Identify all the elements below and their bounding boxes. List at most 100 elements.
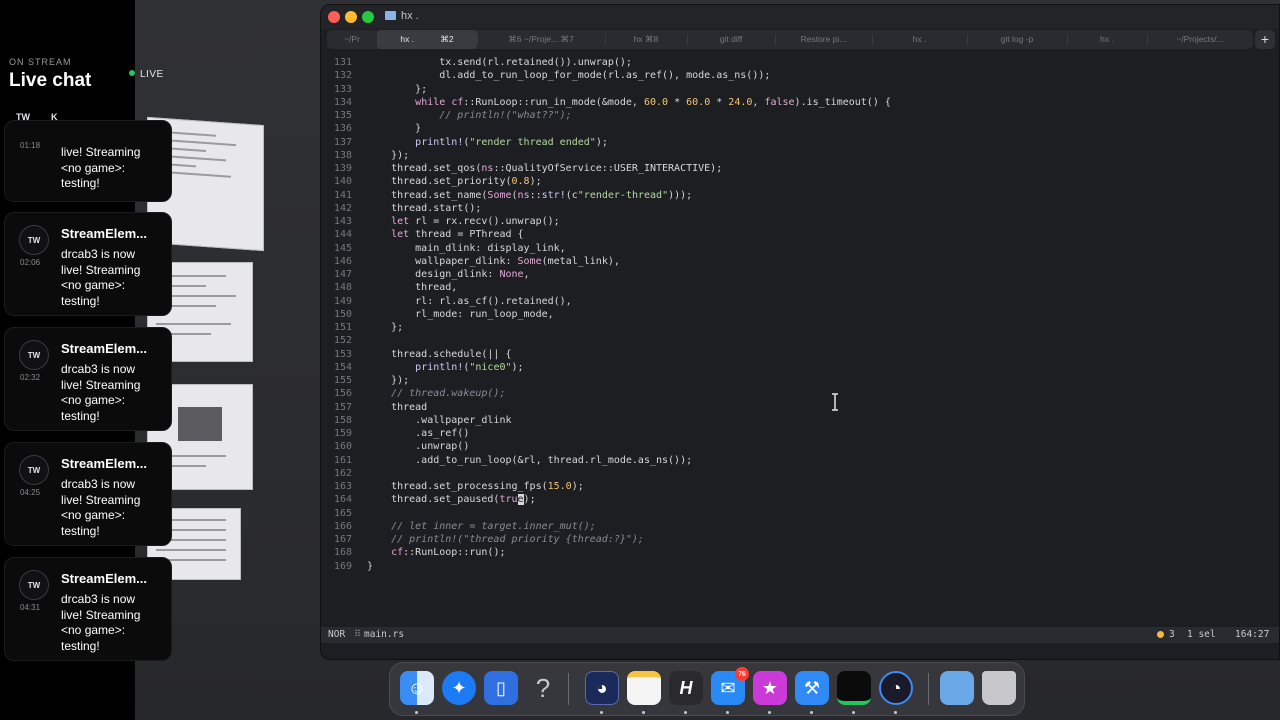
message-text: drcab3 is now live! Streaming <no game>:…	[61, 247, 141, 308]
editor-window: hx . ~/Pr hx . ⌘2 ⌘6 ~/Proje... ⌘7 hx ⌘8 git…	[320, 4, 1280, 660]
line-number: 158	[333, 414, 352, 426]
message-time: 02:06	[20, 258, 41, 267]
editor-tab[interactable]: Restore pi...	[775, 30, 872, 49]
xcode-preview-icon[interactable]: ▯	[484, 671, 518, 705]
new-tab-button[interactable]: +	[1255, 30, 1275, 49]
tab-separator	[1147, 34, 1148, 45]
close-button[interactable]	[328, 11, 340, 23]
code-line: }	[367, 560, 374, 572]
code-line: .wallpaper_dlink	[367, 414, 512, 426]
tab-label: ~/Pr	[344, 34, 360, 44]
editor-tab[interactable]: git diff	[687, 30, 775, 49]
trash-icon[interactable]	[982, 671, 1016, 705]
line-number: 166	[333, 520, 352, 532]
mail-icon[interactable]: ✉ 76	[711, 667, 749, 705]
message-time: 04:25	[20, 488, 41, 497]
code-line: // thread.wakeup();	[367, 388, 506, 400]
code-line: let rl = rx.recv().unwrap();	[391, 216, 560, 227]
downloads-folder-icon[interactable]	[940, 671, 974, 705]
photo-preview	[178, 407, 222, 441]
line-number: 157	[333, 401, 352, 413]
line-number: 162	[333, 467, 352, 479]
editor-tab[interactable]: git log -p	[967, 30, 1067, 49]
code-line: let thread = PThread {	[391, 229, 524, 241]
message-author: StreamElem...	[61, 341, 147, 356]
message-author: StreamElem...	[61, 226, 147, 241]
code-line: design_dlink: None,	[367, 269, 530, 280]
message-time: 02:32	[20, 373, 41, 382]
tab-separator	[687, 34, 688, 45]
line-number: 168	[333, 547, 352, 559]
tab-separator	[967, 34, 968, 45]
line-number: 148	[333, 282, 352, 294]
chat-message-card: TW 02:06 StreamElem... drcab3 is now live! …	[4, 212, 172, 316]
diagnostic-count[interactable]: 3	[1169, 629, 1175, 640]
line-number: 145	[333, 242, 352, 254]
minimize-button[interactable]	[345, 11, 357, 23]
dock: ☺ ✦ ▯ ? ◕ H ✉ 76 ★ ⚒ ◔	[389, 662, 1025, 716]
editor-tab[interactable]: hx .	[1067, 30, 1147, 49]
live-dot-icon	[129, 70, 135, 76]
message-time: 01:18	[20, 141, 41, 150]
code-line: main_dlink: display_link,	[367, 242, 566, 254]
instruments-beta-icon[interactable]: ◔	[879, 671, 913, 705]
tab-label: hx .	[400, 34, 415, 44]
activity-monitor-icon[interactable]	[837, 671, 871, 705]
editor-tab[interactable]: ~/Pr	[327, 30, 377, 49]
code-line: // let inner = target.inner_mut();	[367, 520, 596, 532]
status-bar: NOR ⠿ main.rs 3 1 sel 164:27	[321, 627, 1279, 643]
tab-bar: ~/Pr hx . ⌘2 ⌘6 ~/Proje... ⌘7 hx ⌘8 git diff…	[327, 30, 1253, 49]
file-name: main.rs	[364, 629, 405, 640]
help-icon[interactable]: ?	[526, 671, 560, 705]
finder-icon[interactable]: ☺	[400, 671, 434, 705]
text-cursor-icon	[832, 393, 838, 411]
line-number: 143	[333, 216, 352, 227]
editor-tab[interactable]: hx ⌘8	[605, 30, 687, 49]
code-line: rl_mode: run_loop_mode,	[367, 308, 554, 320]
code-line: };	[367, 83, 428, 95]
editor-tab[interactable]: hx . ⌘2	[377, 30, 477, 49]
line-number: 144	[333, 229, 352, 241]
line-number: 140	[333, 176, 352, 188]
line-number: 151	[333, 322, 352, 333]
line-number: 132	[333, 70, 352, 82]
message-author: StreamElem...	[61, 456, 147, 471]
window-title: hx .	[401, 10, 419, 22]
code-line: });	[367, 149, 410, 161]
line-number: 133	[333, 83, 352, 95]
line-number: 131	[333, 57, 352, 68]
code-view[interactable]: ~ 131 tx.send(rl.retained()).unwrap();13…	[321, 55, 1279, 637]
live-label: LIVE	[140, 69, 164, 80]
zoom-button[interactable]	[362, 11, 374, 23]
star-app-icon[interactable]: ★	[753, 671, 787, 705]
terminal-app-icon[interactable]: ◕	[585, 671, 619, 705]
safari-icon[interactable]: ✦	[442, 671, 476, 705]
editor-tab[interactable]: hx .	[872, 30, 967, 49]
on-stream-label: ON STREAM	[9, 57, 72, 67]
helix-icon[interactable]: H	[669, 671, 703, 705]
line-number: 160	[333, 441, 352, 453]
code-line: .unwrap()	[367, 441, 470, 453]
tab-label: ~/Projects/...	[1176, 34, 1224, 44]
line-number: 136	[333, 123, 352, 135]
file-icon: ⠿	[354, 629, 361, 640]
title-bar[interactable]: hx .	[321, 5, 1279, 29]
tab-separator	[605, 34, 606, 45]
chat-message-card: 01:18 live! Streaming <no game>: testing!	[4, 120, 172, 202]
code-line: thread.set_processing_fps(15.0);	[367, 481, 584, 492]
code-line: tx.send(rl.retained()).unwrap();	[367, 57, 632, 68]
code-line: thread.set_qos(ns::QualityOfService::USE…	[367, 163, 723, 174]
line-number: 135	[333, 110, 352, 121]
xcode-beta-icon[interactable]: ⚒	[795, 671, 829, 705]
line-number: 155	[333, 375, 352, 386]
tab-label: git log -p	[1000, 34, 1034, 44]
code-line: wallpaper_dlink: Some(metal_link),	[367, 255, 620, 267]
platform-avatar: TW	[19, 570, 49, 600]
line-number: 164	[333, 494, 352, 506]
tab-separator	[1067, 34, 1068, 45]
editor-tab[interactable]: ~/Projects/...	[1147, 30, 1253, 49]
notes-icon[interactable]	[627, 671, 661, 705]
line-number: 139	[333, 163, 352, 174]
code-line: // println!("what??");	[367, 110, 572, 121]
editor-tab[interactable]: ⌘6 ~/Proje... ⌘7	[477, 30, 605, 49]
